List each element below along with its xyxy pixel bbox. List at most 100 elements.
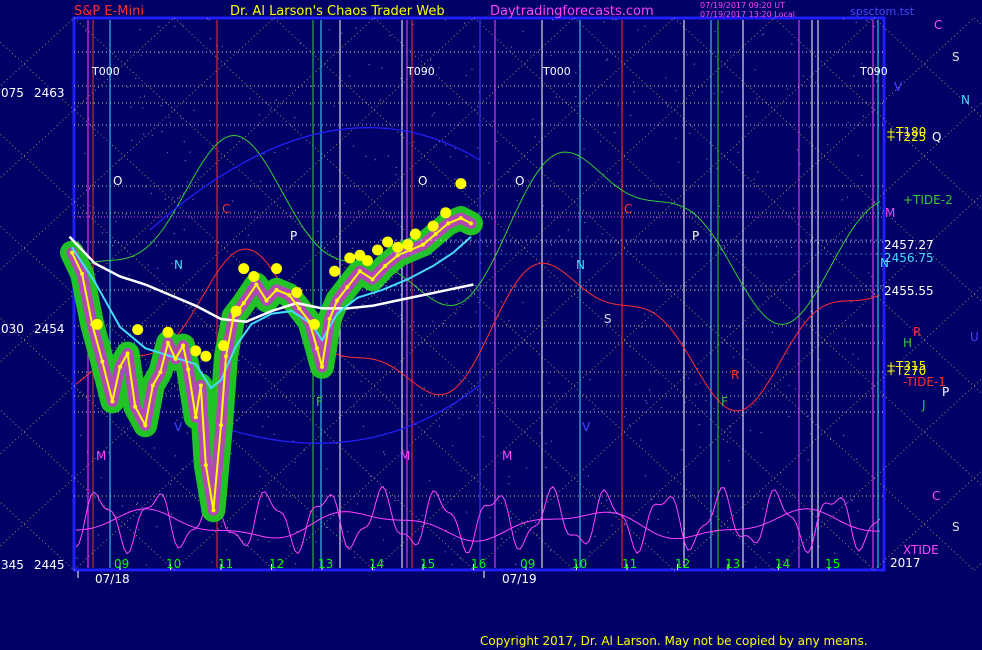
star-dot: [77, 336, 79, 338]
star-dot: [550, 440, 553, 442]
star-dot: [469, 243, 471, 245]
star-dot: [327, 50, 329, 52]
star-dot: [713, 92, 715, 95]
star-dot: [379, 99, 381, 101]
star-dot: [210, 38, 212, 40]
star-dot: [89, 205, 91, 207]
star-dot: [420, 404, 422, 406]
lattice-line-up: [0, 17, 375, 363]
price-point: [70, 250, 75, 255]
lattice-line-up: [0, 17, 275, 271]
star-dot: [583, 148, 585, 150]
star-dot: [122, 426, 124, 428]
star-dot: [387, 155, 389, 157]
star-dot: [815, 210, 817, 212]
price-point: [458, 216, 463, 221]
price-point: [357, 269, 362, 274]
lattice-line-up: [673, 285, 982, 571]
star-dot: [746, 349, 748, 351]
star-dot: [89, 489, 91, 491]
star-dot: [486, 245, 488, 247]
star-dot: [273, 433, 275, 436]
star-dot: [771, 331, 774, 333]
right-label-v: V: [894, 80, 903, 94]
y-tick-price-3: 2445: [34, 558, 65, 572]
star-dot: [259, 475, 261, 478]
star-dot: [131, 139, 133, 142]
star-dot: [170, 188, 172, 191]
star-dot: [164, 198, 166, 200]
right-label-j: J: [922, 398, 926, 412]
star-dot: [599, 140, 602, 142]
star-dot: [186, 181, 189, 183]
star-dot: [721, 91, 723, 93]
star-dot: [180, 117, 182, 119]
plot-frame: [72, 16, 886, 572]
star-dot: [238, 359, 240, 361]
highlight-dot: [190, 345, 202, 357]
star-dot: [352, 365, 355, 367]
highlight-dot: [427, 220, 439, 232]
highlight-dot: [440, 207, 452, 219]
star-dot: [174, 455, 176, 457]
star-dot: [501, 250, 503, 252]
star-dot: [545, 442, 547, 445]
star-dot: [835, 100, 837, 102]
star-dot: [335, 214, 337, 216]
star-dot: [352, 247, 354, 249]
star-dot: [788, 384, 790, 387]
star-dot: [755, 566, 757, 568]
star-dot: [852, 75, 855, 77]
star-dot: [547, 260, 550, 263]
star-dot: [158, 52, 161, 54]
star-dot: [477, 147, 479, 149]
star-dot: [248, 97, 251, 100]
star-dot: [754, 543, 756, 546]
star-dot: [807, 459, 809, 461]
star-dot: [475, 311, 477, 313]
right-label-n-top: N: [961, 93, 970, 107]
x-tick-16: 16: [471, 557, 487, 571]
lattice-line-up: [0, 17, 75, 87]
star-dot: [660, 194, 662, 196]
star-dot: [522, 301, 524, 304]
star-dot: [465, 511, 468, 513]
star-dot: [699, 382, 701, 384]
star-dot: [688, 377, 690, 379]
star-dot: [259, 364, 261, 366]
star-dot: [508, 171, 510, 173]
star-dot: [776, 246, 778, 248]
x-tick-09-day2: 09: [520, 557, 536, 571]
star-dot: [549, 549, 552, 552]
star-dot: [303, 448, 305, 450]
star-dot: [236, 419, 238, 421]
star-dot: [822, 240, 824, 242]
xtide-curve: [75, 485, 881, 555]
star-dot: [389, 35, 391, 37]
star-dot: [171, 262, 173, 264]
star-dot: [558, 235, 560, 237]
star-dot: [632, 81, 634, 83]
lattice-line-down: [0, 501, 75, 571]
star-dot: [648, 389, 651, 391]
star-dot: [539, 432, 541, 434]
star-dot: [873, 26, 875, 28]
price-point: [327, 317, 332, 322]
price-point: [468, 221, 473, 226]
price-point: [370, 277, 375, 282]
star-dot: [527, 286, 529, 288]
star-dot: [263, 518, 266, 520]
price-point: [186, 367, 191, 372]
planet-label-m-2: M: [502, 449, 513, 463]
star-dot: [548, 382, 550, 384]
star-dot: [183, 140, 185, 143]
star-dot: [362, 425, 365, 428]
star-dot: [678, 161, 680, 163]
star-dot: [460, 469, 462, 472]
star-dot: [470, 326, 472, 329]
star-dot: [514, 286, 516, 288]
star-dot: [315, 541, 317, 543]
star-dot: [666, 105, 669, 108]
price-point: [100, 359, 105, 364]
star-dot: [93, 207, 95, 209]
